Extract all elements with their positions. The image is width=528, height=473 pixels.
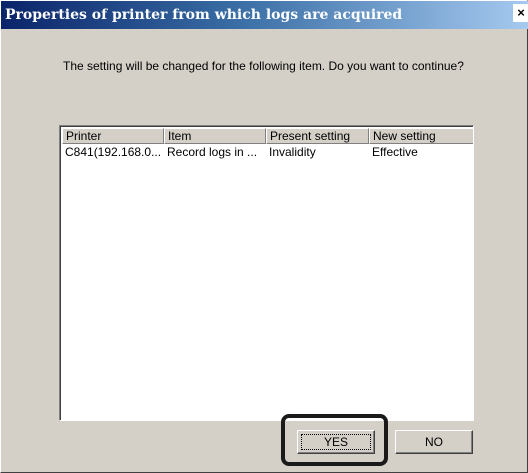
cell-new-setting: Effective [372,145,418,159]
column-header-printer[interactable]: Printer [62,128,164,144]
column-header-new-setting[interactable]: New setting [369,128,473,144]
title-bar[interactable]: Properties of printer from which logs ar… [1,1,528,29]
table-row[interactable]: C841(192.168.0... Record logs in ... Inv… [62,145,473,161]
cell-printer: C841(192.168.0... [65,145,162,159]
close-button[interactable]: × [513,4,528,22]
cell-item: Record logs in ... [167,145,258,159]
callout-highlight-frame [281,414,388,466]
list-header: Printer Item Present setting New setting [62,128,473,144]
window-title: Properties of printer from which logs ar… [5,7,403,23]
dialog-window: Properties of printer from which logs ar… [0,0,528,473]
settings-list-view[interactable]: Printer Item Present setting New setting… [59,125,474,421]
no-button[interactable]: NO [395,430,473,454]
column-header-present-setting[interactable]: Present setting [266,128,369,144]
column-header-item[interactable]: Item [164,128,266,144]
confirmation-message: The setting will be changed for the foll… [63,59,464,73]
cell-present-setting: Invalidity [269,145,316,159]
